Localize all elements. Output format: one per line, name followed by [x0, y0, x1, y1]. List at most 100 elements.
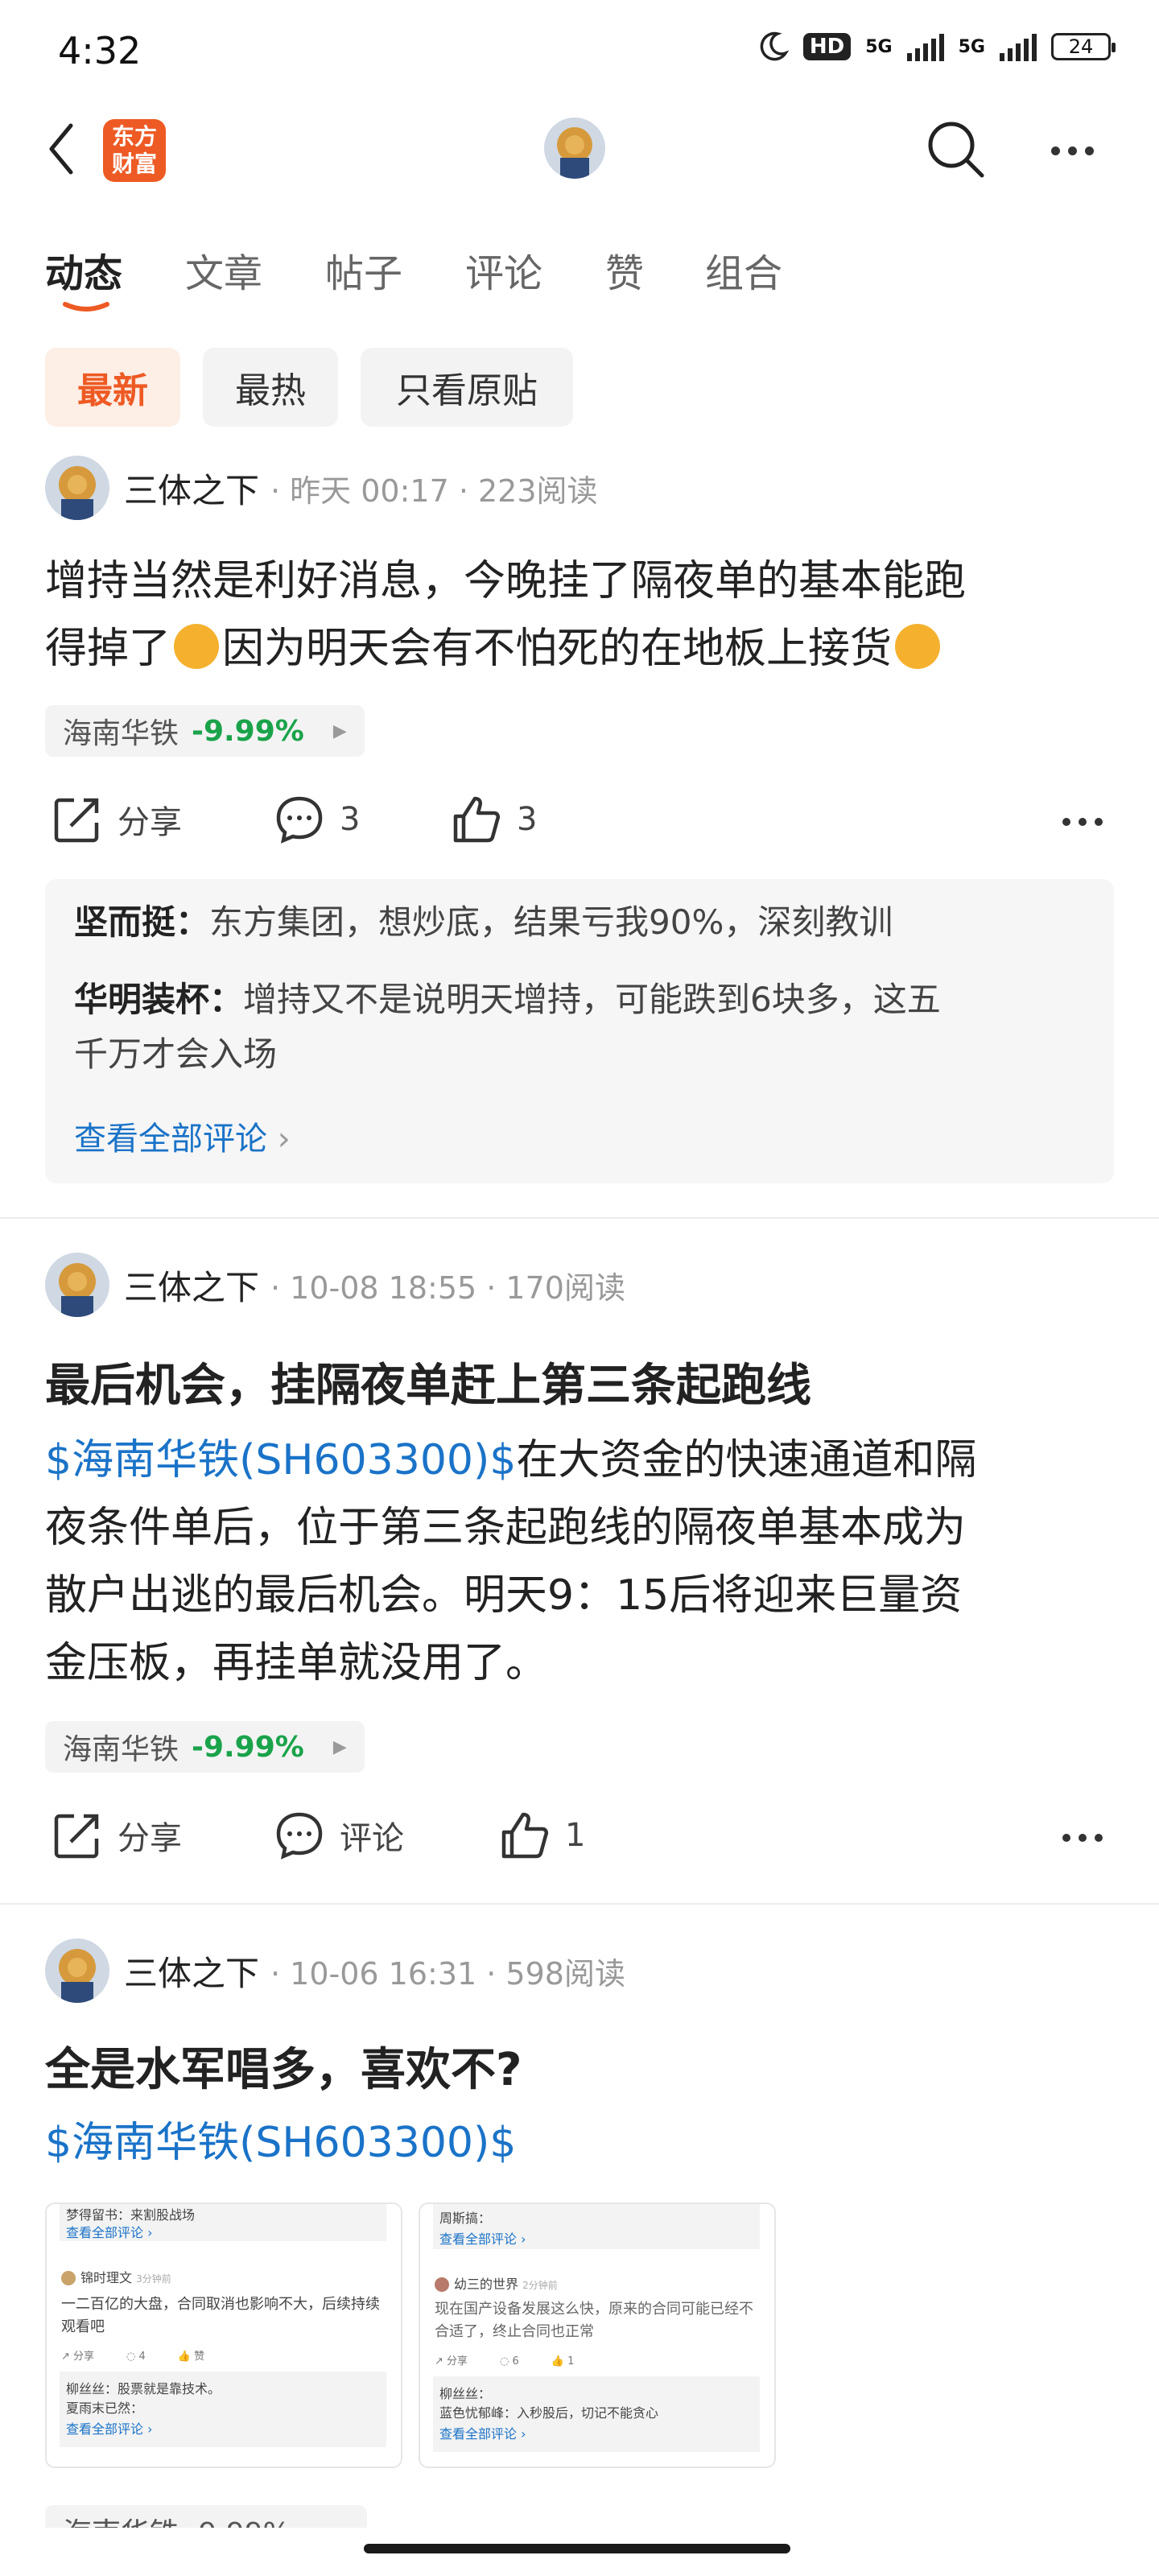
active-tab-indicator	[63, 302, 109, 312]
search-button[interactable]	[924, 118, 988, 185]
post-1-like-button[interactable]: 3	[451, 794, 537, 845]
post-2-avatar[interactable]	[45, 1253, 109, 1317]
eastmoney-logo[interactable]: 东方 财富	[103, 119, 166, 182]
view-all-comments-link[interactable]: 查看全部评论 ›	[74, 1113, 291, 1159]
post-2-title[interactable]: 最后机会，挂隔夜单赶上第三条起跑线	[45, 1349, 811, 1414]
thumb-share-icon: ↗	[61, 2351, 74, 2363]
tab-posts[interactable]: 帖子	[325, 242, 402, 298]
post-1-comments-preview[interactable]: 坚而挺：东方集团，想炒底，结果亏我90%，深刻教训 华明装杯：增持又不是说明天增…	[45, 879, 1114, 1183]
comment-text-cont: 千万才会入场	[74, 1034, 278, 1074]
tab-comments[interactable]: 评论	[465, 242, 542, 298]
post-2-line-1-wrap: $海南华铁(SH603300)$在大资金的快速通道和隔	[45, 1426, 1116, 1494]
post-2-stock-tag[interactable]: 海南华铁 -9.99% ▶	[45, 1721, 365, 1773]
post-3-avatar[interactable]	[45, 1938, 109, 2003]
thumb-line: 现在国产设备发展这么快，原来的合同可能已经不	[435, 2301, 753, 2318]
signal-icon	[906, 32, 944, 61]
thumb-share-icon: ↗	[435, 2355, 448, 2368]
like-count: 1	[565, 1817, 586, 1854]
thumb-l: 赞	[194, 2351, 205, 2363]
thumb-text: 梦得留书：来割股战场	[66, 2207, 196, 2223]
post-2-like-button[interactable]: 1	[499, 1810, 585, 1861]
stock-link[interactable]: $海南华铁(SH603300)$	[45, 1436, 516, 1484]
thumb-user-name: 锦时理文	[80, 2270, 133, 2285]
thumb-share: 分享	[73, 2351, 95, 2363]
thumbs-up-icon	[501, 1812, 549, 1859]
post-3-author-row[interactable]: 三体之下 · 10-06 16:31 · 598阅读	[45, 1938, 625, 2003]
comment-item: 坚而挺：东方集团，想炒底，结果亏我90%，深刻教训	[74, 895, 893, 950]
tab-portfolio[interactable]: 组合	[705, 242, 782, 298]
share-icon	[54, 798, 99, 843]
profile-avatar[interactable]	[544, 118, 605, 179]
post-1-more-button[interactable]	[1062, 818, 1103, 826]
stock-name: 海南华铁	[63, 717, 179, 750]
post-1-avatar[interactable]	[45, 456, 109, 520]
post-2-comment-button[interactable]: 评论	[274, 1810, 404, 1861]
thumb-avatar	[435, 2277, 449, 2292]
post-1-author-name[interactable]: 三体之下	[124, 464, 259, 513]
share-icon	[54, 1814, 99, 1859]
post-2-share-button[interactable]: 分享	[52, 1810, 182, 1861]
thumb-link: 查看全部评论 ›	[439, 2231, 526, 2247]
post-divider	[0, 1903, 1159, 1905]
comment-text: 增持又不是说明天增持，可能跌到6块多，这五	[243, 980, 941, 1019]
post-1-line-2a: 得掉了	[45, 625, 171, 673]
post-3-image-2[interactable]: 周斯搞： 查看全部评论 › 幼三的世界 2分钟前 现在国产设备发展这么快，原来的…	[419, 2202, 776, 2468]
post-3-author-name[interactable]: 三体之下	[124, 1946, 259, 1996]
thumb-user: 锦时理文 3分钟前	[61, 2267, 171, 2286]
post-2-author-name[interactable]: 三体之下	[124, 1261, 259, 1310]
more-menu-button[interactable]	[1051, 147, 1094, 155]
post-3-stock-tag[interactable]: 海南华铁 -9.99%	[45, 2505, 367, 2528]
back-arrow-icon	[49, 123, 73, 175]
thumb-comment: 柳丝丝：股票就是靠技术。	[66, 2381, 221, 2396]
status-time: 4:32	[58, 29, 142, 72]
thumb-line: 合适了，终止合同也正常	[435, 2323, 594, 2340]
battery-level: 24	[1068, 35, 1094, 58]
comment-user[interactable]: 坚而挺：	[74, 902, 209, 942]
post-2-meta: · 10-08 18:55 · 170阅读	[270, 1269, 625, 1306]
thumb-like-icon: 👍	[177, 2351, 195, 2363]
post-1-author-row[interactable]: 三体之下 · 昨天 00:17 · 223阅读	[45, 456, 598, 520]
post-1-stock-tag[interactable]: 海南华铁 -9.99% ▶	[45, 705, 365, 757]
thumb-link: 查看全部评论 ›	[66, 2225, 153, 2240]
post-3-title[interactable]: 全是水军唱多，喜欢不?	[45, 2033, 522, 2099]
tab-dongtai[interactable]: 动态	[45, 242, 122, 298]
post-3-stock-link[interactable]: $海南华铁(SH603300)$	[45, 2109, 1116, 2177]
comment-icon	[276, 796, 323, 844]
post-3-image-1[interactable]: 梦得留书：来割股战场 查看全部评论 › 锦时理文 3分钟前 一二百亿的大盘，合同…	[45, 2202, 402, 2468]
thumb-line: 观看吧	[61, 2318, 105, 2335]
filter-original-only[interactable]: 只看原贴	[361, 348, 573, 427]
post-2-author-row[interactable]: 三体之下 · 10-08 18:55 · 170阅读	[45, 1253, 625, 1317]
post-2-line-4: 金压板，再挂单就没用了。	[45, 1639, 548, 1687]
thumb-actions: ↗ 分享 ◌ 4 👍 赞	[61, 2347, 204, 2363]
post-2-body[interactable]: $海南华铁(SH603300)$在大资金的快速通道和隔 夜条件单后，位于第三条起…	[45, 1426, 1116, 1697]
share-label: 分享	[118, 804, 182, 841]
filter-hot[interactable]: 最热	[203, 348, 338, 427]
filter-latest[interactable]: 最新	[45, 348, 180, 427]
signal-icon-2	[1000, 32, 1037, 61]
comment-icon	[276, 1812, 323, 1860]
logo-line-1: 东方	[111, 123, 157, 150]
tab-likes[interactable]: 赞	[605, 242, 644, 298]
post-1-share-button[interactable]: 分享	[52, 794, 182, 845]
thumb-c: 4	[138, 2351, 146, 2363]
like-count: 3	[517, 801, 538, 838]
home-indicator[interactable]	[364, 2544, 790, 2553]
post-1-comment-button[interactable]: 3	[274, 794, 360, 845]
post-1-line-2b: 因为明天会有不怕死的在地板上接货	[222, 625, 893, 673]
thumb-share: 分享	[447, 2355, 468, 2368]
post-3-meta: · 10-06 16:31 · 598阅读	[270, 1955, 625, 1992]
back-button[interactable]	[45, 121, 77, 180]
thumb-comment: 柳丝丝：	[439, 2386, 492, 2401]
thumb-comment-icon: ◌	[500, 2355, 513, 2368]
post-1-body[interactable]: 增持当然是利好消息，今晚挂了隔夜单的基本能跑 得掉了 因为明天会有不怕死的在地板上…	[45, 547, 1116, 683]
search-icon	[928, 122, 984, 178]
thumb-actions: ↗ 分享 ◌ 6 👍 1	[435, 2352, 574, 2368]
post-3-stock-tag-clip: 海南华铁 -9.99%	[45, 2505, 367, 2528]
thumb-line: 一二百亿的大盘，合同取消也影响不大，后续持续	[61, 2296, 380, 2313]
view-all-label: 查看全部评论	[74, 1121, 267, 1158]
tab-articles[interactable]: 文章	[185, 242, 262, 298]
post-2-more-button[interactable]	[1062, 1834, 1103, 1842]
thumb-user: 幼三的世界 2分钟前	[435, 2273, 558, 2293]
comment-user[interactable]: 华明装杯：	[74, 980, 243, 1019]
thumb-like-icon: 👍	[551, 2355, 568, 2368]
